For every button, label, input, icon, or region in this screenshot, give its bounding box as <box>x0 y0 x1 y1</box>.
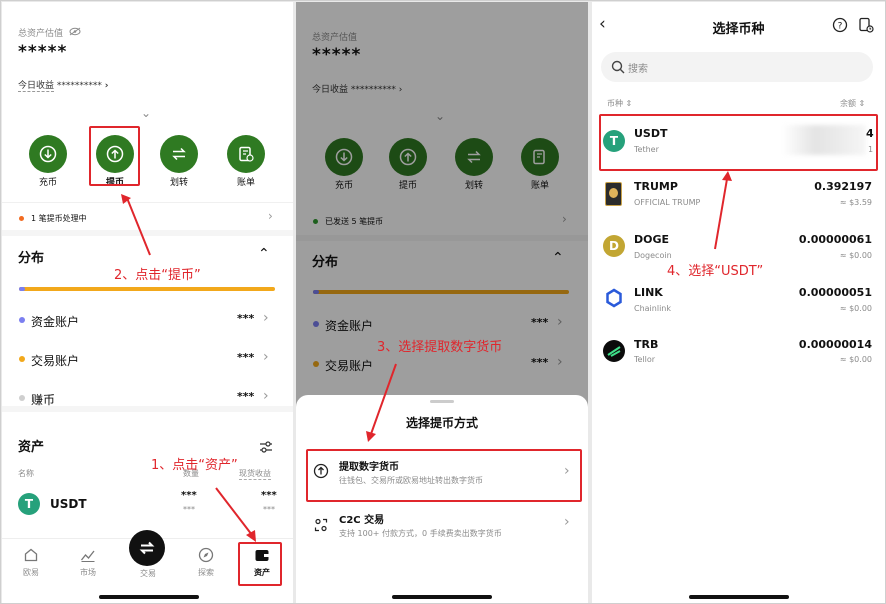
assets-screen: 总资产估值 ***** 今日收益 ********** › ⌄ 充币 提币 划转… <box>2 2 293 603</box>
screenshot-frame: 总资产估值 ***** 今日收益 ********** › ⌄ 充币 提币 划转… <box>0 0 886 604</box>
annotation-arrows <box>121 194 256 542</box>
annotation-arrow <box>366 363 397 442</box>
annotation-step-3: 3、选择提取数字货币 <box>377 340 503 355</box>
annotation-step-1: 1、点击“资产” <box>151 458 238 473</box>
home-indicator <box>689 595 789 599</box>
withdraw-method-screen: 总资产估值 ***** 今日收益 ********** › ⌄ 充币 提币 划转… <box>296 2 588 603</box>
annotation-step-2: 2、点击“提币” <box>114 268 201 283</box>
annotation-step-4: 4、选择“USDT” <box>667 264 764 279</box>
annotation-arrow <box>714 171 732 250</box>
select-coin-screen: ‹ 选择币种 ? 搜索 币种 ⇕ 余额 ⇕ T USDT Tether 4 1 <box>592 2 885 603</box>
